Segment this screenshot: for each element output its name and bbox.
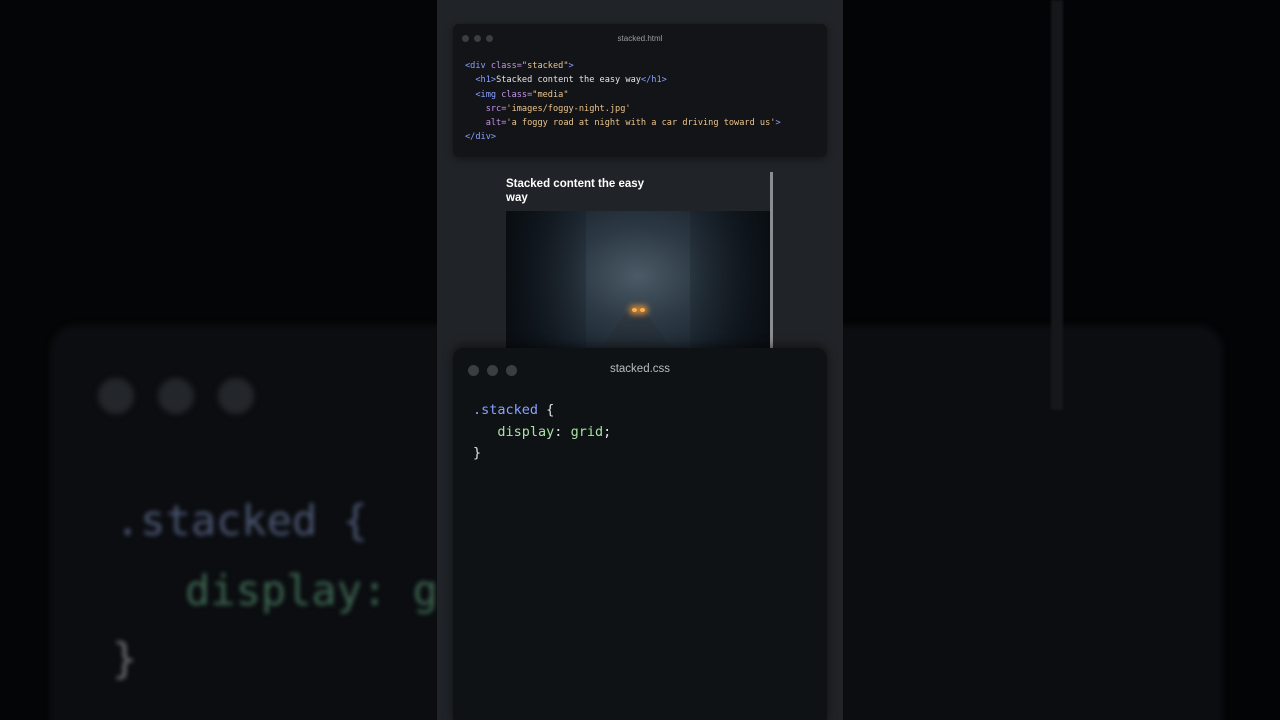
css-code-window: stacked.css .stacked { display: grid; } xyxy=(453,348,827,720)
echo-dot-icon xyxy=(158,378,194,414)
css-code: .stacked { display: grid; } xyxy=(473,402,612,461)
echo-dot-icon xyxy=(218,378,254,414)
window-title: stacked.css xyxy=(609,363,671,375)
main-column: stacked.html <div class="stacked"> <h1>S… xyxy=(437,0,843,720)
html-code-window: stacked.html <div class="stacked"> <h1>S… xyxy=(453,24,827,157)
echo-scrollbar xyxy=(1051,0,1063,410)
echo-selector: .stacked { xyxy=(115,496,368,545)
preview-heading: Stacked content the easy way xyxy=(506,178,645,204)
echo-panel xyxy=(843,325,1223,720)
echo-brace: } xyxy=(112,634,138,683)
headlight-right xyxy=(640,308,645,312)
headlight-left xyxy=(632,308,637,312)
html-code: <div class="stacked"> <h1>Stacked conten… xyxy=(465,61,781,143)
background-echo-right xyxy=(843,0,1280,720)
background-echo-left: .stacked { display: g } xyxy=(0,0,437,720)
preview-scrollbar[interactable] xyxy=(770,172,773,375)
echo-property: display: g xyxy=(185,566,437,615)
window-title: stacked.html xyxy=(617,34,663,43)
echo-dot-icon xyxy=(98,378,134,414)
